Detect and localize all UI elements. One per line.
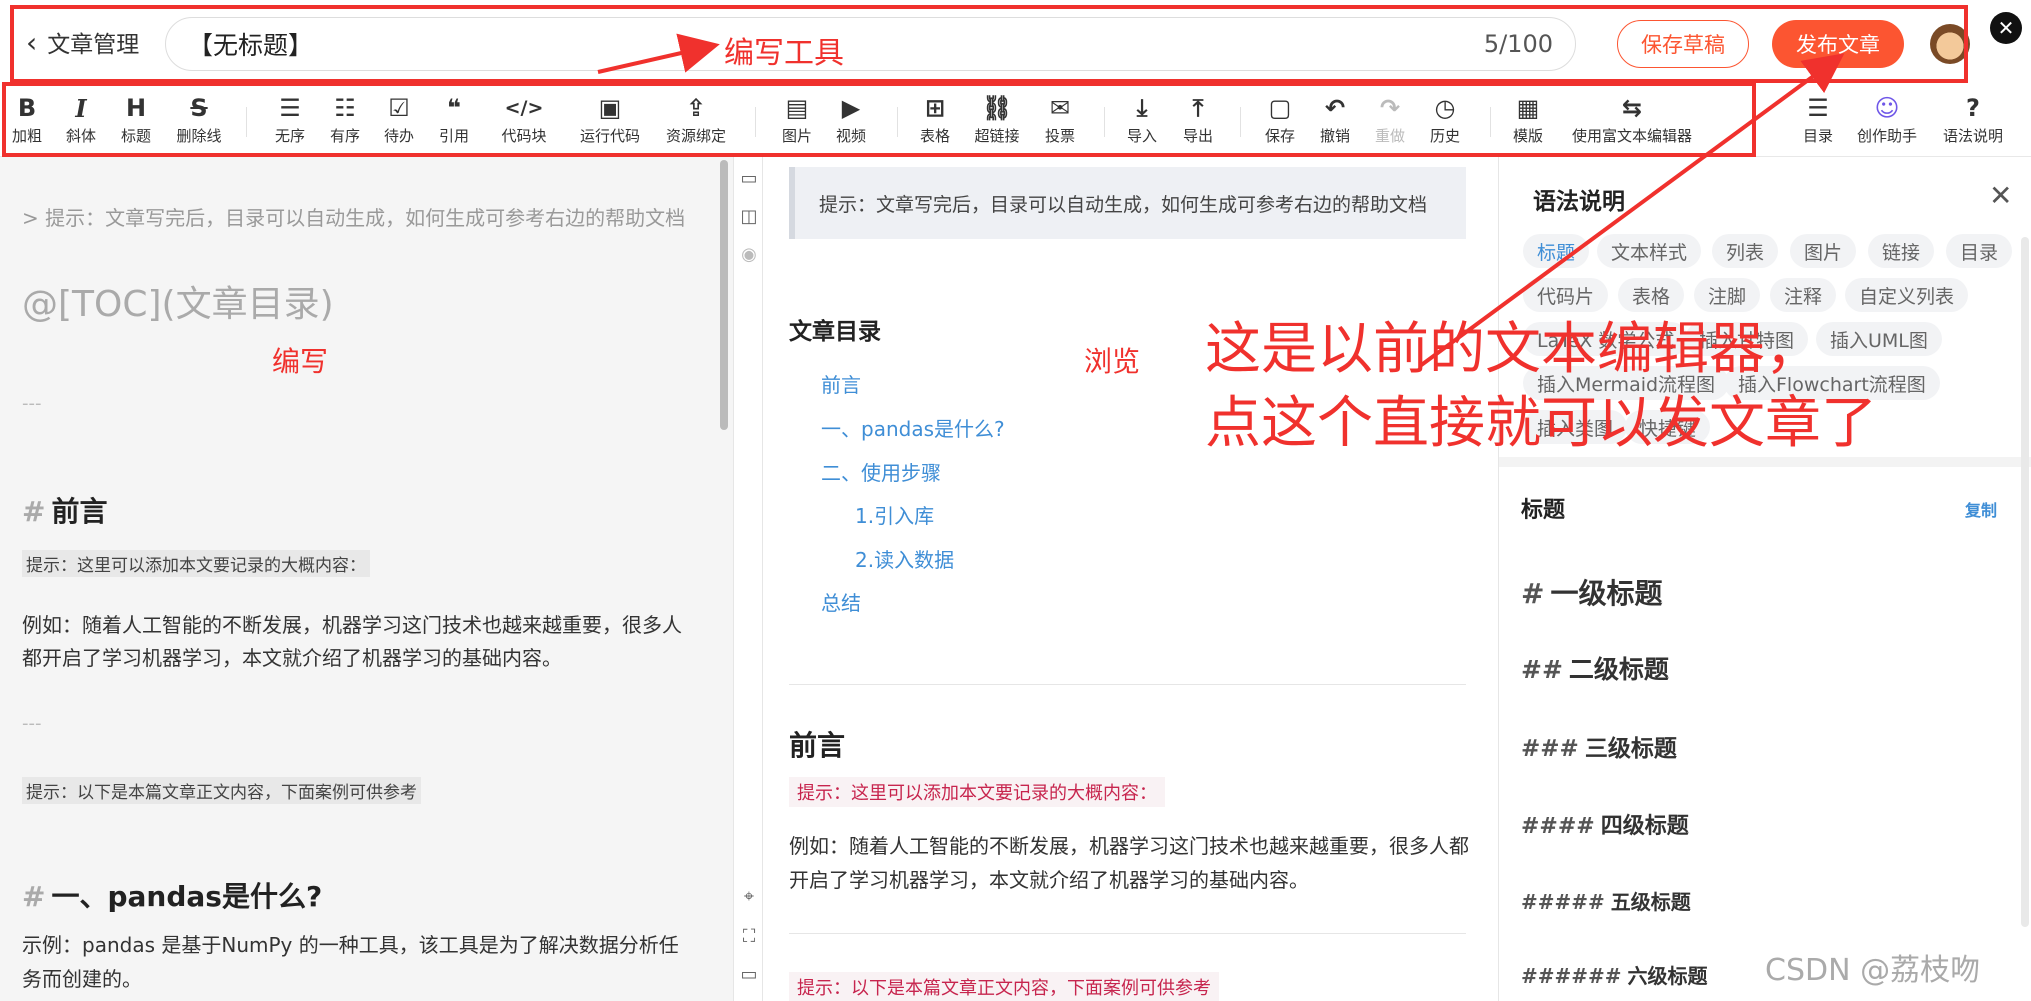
heading-text: 前言	[51, 495, 108, 528]
syntax-tag[interactable]: 文本样式	[1597, 234, 1702, 268]
editor-pandas-line-1: 示例：pandas 是基于NumPy 的一种工具，该工具是为了解决数据分析任	[22, 933, 679, 957]
annotation-tools-label: 编写工具	[724, 36, 844, 71]
preview-divider	[789, 684, 1466, 685]
editor-preface-hint: 提示：这里可以添加本文要记录的大概内容：	[22, 550, 370, 577]
syntax-help-panel: 语法说明 ✕ 标题 文本样式 列表 图片 链接 目录 代码片 表格 注脚 注释 …	[1498, 157, 2031, 1001]
toc-link-preface[interactable]: 前言	[821, 369, 861, 398]
copy-button[interactable]: 复制	[1965, 497, 1997, 521]
heading-hash: #	[22, 880, 46, 913]
toolbar-assistant[interactable]: ☺ 创作助手	[1852, 93, 1922, 153]
syntax-tag[interactable]: 插入UML图	[1816, 322, 1942, 356]
toc-link-import-lib[interactable]: 1.引入库	[855, 500, 934, 529]
heading-hash: #	[22, 495, 46, 528]
toolbar-highlight-box	[2, 82, 1756, 157]
syntax-tag[interactable]: 注脚	[1694, 278, 1761, 312]
heading-example-text: 四级标题	[1600, 814, 1689, 839]
markdown-preview: 提示：文章写完后，目录可以自动生成，如何生成可参考右边的帮助文档 文章目录 前言…	[763, 157, 1488, 1001]
syntax-tag[interactable]: 代码片	[1523, 278, 1609, 312]
editor-scrollbar[interactable]	[720, 160, 728, 430]
robot-icon: ☺	[1874, 94, 1900, 122]
toolbar-toc-label: 目录	[1802, 127, 1833, 145]
split-view-icon[interactable]: ◫	[739, 207, 759, 227]
toc-link-summary[interactable]: 总结	[821, 587, 861, 616]
syntax-tag[interactable]: 列表	[1712, 234, 1779, 268]
editor-toc-line: @[TOC](文章目录)	[22, 284, 334, 325]
heading-text: 一、pandas是什么?	[51, 880, 323, 913]
header-highlight-box	[10, 5, 1968, 83]
heading-hash: ###	[1521, 736, 1579, 762]
syntax-tag[interactable]: 链接	[1868, 234, 1935, 268]
toc-icon: ☰	[1807, 94, 1829, 122]
editor-only-icon[interactable]: ▭	[739, 169, 759, 189]
heading-section-title: 标题	[1521, 498, 1566, 523]
preview-preface-hint: 提示：这里可以添加本文要记录的大概内容：	[789, 777, 1165, 807]
editor-preface-line-2: 都开启了学习机器学习，本文就介绍了机器学习的基础内容。	[22, 646, 562, 670]
panel-divider	[1499, 457, 2031, 467]
heading-example-text: 六级标题	[1627, 964, 1708, 988]
toolbar-toc[interactable]: ☰ 目录	[1783, 93, 1853, 153]
syntax-tag[interactable]: 表格	[1618, 278, 1685, 312]
heading-hash: #####	[1521, 890, 1605, 914]
heading-hash: #	[1521, 577, 1545, 610]
editor-hr-line: ---	[22, 713, 42, 734]
heading-hash: ##	[1521, 655, 1563, 684]
editor-window: ‹ 文章管理 【无标题】 5/100 保存草稿 发布文章 ✕ B 加粗 I 斜体 H…	[0, 0, 2031, 1001]
annotation-note-line-1: 这是以前的文本编辑器，	[1205, 317, 1821, 382]
heading-example-h1: # 一级标题	[1521, 572, 1662, 612]
toolbar-syntax-help-label: 语法说明	[1942, 127, 2003, 145]
heading-example-h3: ### 三级标题	[1521, 729, 1677, 763]
editor-heading-pandas: # 一、pandas是什么?	[22, 875, 322, 915]
editor-heading-preface: # 前言	[22, 490, 107, 530]
heading-hash: ######	[1521, 964, 1622, 988]
heading-example-h6: ###### 六级标题	[1521, 960, 1708, 989]
view-toggle-strip: ▭ ◫ ◉ ⌖ ⛶ ▭	[733, 157, 763, 1001]
preview-heading-preface: 前言	[789, 729, 846, 762]
editor-pandas-line-2: 务而创建的。	[22, 967, 142, 991]
toolbar-syntax-help[interactable]: ? 语法说明	[1938, 93, 2008, 153]
syntax-tag[interactable]: 图片	[1790, 234, 1857, 268]
heading-example-text: 二级标题	[1568, 655, 1669, 684]
watermark: CSDN @荔枝吻	[1765, 953, 1981, 988]
close-icon[interactable]: ✕	[1990, 12, 2022, 44]
annotation-browse-label: 浏览	[1084, 345, 1141, 378]
screen-icon[interactable]: ▭	[739, 965, 759, 985]
editor-hint-line: > 提示：文章写完后，目录可以自动生成，如何生成可参考右边的帮助文档	[22, 206, 686, 230]
toc-link-steps[interactable]: 二、使用步骤	[821, 457, 941, 486]
heading-example-h2: ## 二级标题	[1521, 650, 1669, 686]
syntax-tag[interactable]: 注释	[1770, 278, 1837, 312]
editor-body-hint: 提示：以下是本篇文章正文内容，下面案例可供参考	[22, 777, 421, 804]
editor-hr-line: ---	[22, 393, 42, 414]
preview-hint-block: 提示：文章写完后，目录可以自动生成，如何生成可参考右边的帮助文档	[789, 167, 1466, 239]
help-icon: ?	[1966, 94, 1980, 122]
locate-icon[interactable]: ⌖	[739, 887, 759, 907]
editor-preface-line-1: 例如：随着人工智能的不断发展，机器学习这门技术也越来越重要，很多人	[22, 613, 682, 637]
syntax-tag[interactable]: 自定义列表	[1845, 278, 1969, 312]
toolbar-assistant-label: 创作助手	[1856, 127, 1917, 145]
toc-link-pandas[interactable]: 一、pandas是什么?	[821, 413, 1005, 442]
syntax-tag[interactable]: 目录	[1946, 234, 2013, 268]
preview-toc-title: 文章目录	[789, 319, 881, 345]
preview-only-icon[interactable]: ◉	[739, 245, 759, 265]
preview-preface-paragraph: 例如：随着人工智能的不断发展，机器学习这门技术也越来越重要，很多人都开启了学习机…	[789, 834, 1469, 892]
heading-hash: ####	[1521, 814, 1595, 839]
heading-example-text: 一级标题	[1550, 577, 1663, 610]
fullscreen-icon[interactable]: ⛶	[739, 927, 759, 947]
heading-example-text: 三级标题	[1584, 736, 1677, 762]
annotation-write-label: 编写	[272, 345, 329, 378]
markdown-editor[interactable]: > 提示：文章写完后，目录可以自动生成，如何生成可参考右边的帮助文档 @[TOC…	[0, 157, 733, 1001]
panel-scrollbar[interactable]	[2021, 237, 2029, 927]
heading-example-h5: ##### 五级标题	[1521, 886, 1691, 915]
syntax-panel-title: 语法说明	[1533, 189, 1625, 215]
heading-example-text: 五级标题	[1610, 890, 1691, 914]
annotation-note-line-2: 点这个直接就可以发文章了	[1205, 391, 1877, 456]
heading-example-h4: #### 四级标题	[1521, 808, 1689, 840]
close-icon[interactable]: ✕	[1989, 179, 2012, 212]
syntax-tag[interactable]: 标题	[1523, 234, 1590, 268]
preview-divider	[789, 933, 1466, 934]
toc-link-read-data[interactable]: 2.读入数据	[855, 544, 954, 573]
preview-body-hint: 提示：以下是本篇文章正文内容，下面案例可供参考	[789, 972, 1219, 1001]
